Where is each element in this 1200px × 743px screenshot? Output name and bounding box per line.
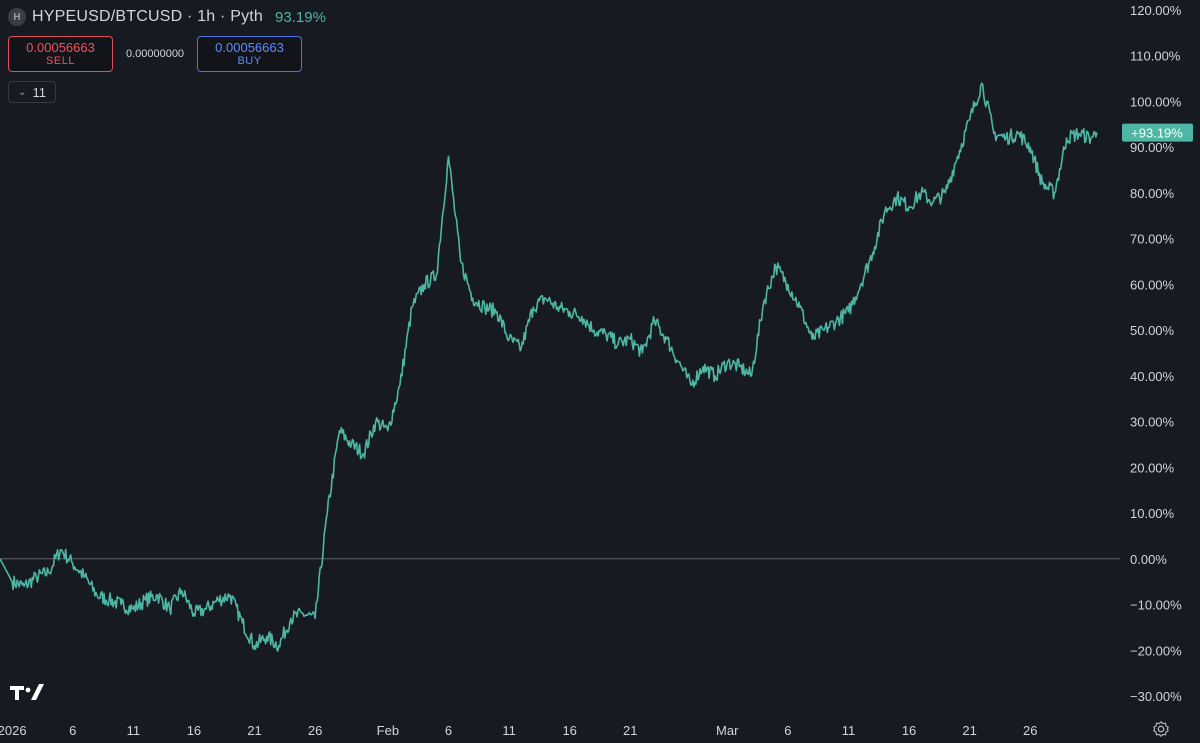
- price-series-line: [0, 82, 1098, 652]
- buy-button[interactable]: 0.00056663 BUY: [197, 36, 302, 72]
- x-tick-label: 6: [784, 723, 791, 738]
- x-tick-label: 21: [623, 723, 637, 738]
- y-tick-label: 60.00%: [1130, 277, 1175, 292]
- y-tick-label: 110.00%: [1130, 49, 1181, 64]
- tradingview-logo-icon[interactable]: [10, 682, 46, 702]
- spread-value: 0.00000000: [125, 48, 185, 60]
- sell-button[interactable]: 0.00056663 SELL: [8, 36, 113, 72]
- symbol-logo-icon: H: [8, 8, 26, 26]
- x-tick-label: 26: [308, 723, 322, 738]
- change-percent: 93.19%: [275, 8, 326, 26]
- sell-label: SELL: [46, 55, 75, 67]
- y-tick-label: 70.00%: [1130, 232, 1175, 247]
- y-tick-label: 30.00%: [1130, 415, 1175, 430]
- x-tick-label: Feb: [377, 723, 399, 738]
- x-tick-label: 2026: [0, 723, 27, 738]
- indicators-toggle-button[interactable]: ⌄ 11: [8, 81, 56, 103]
- trade-panel: 0.00056663 SELL 0.00000000 0.00056663 BU…: [8, 36, 302, 72]
- x-tick-label: 16: [902, 723, 916, 738]
- x-tick-label: 11: [502, 723, 516, 738]
- chevron-down-icon: ⌄: [18, 86, 27, 98]
- buy-price: 0.00056663: [215, 40, 284, 55]
- y-tick-label: 20.00%: [1130, 460, 1175, 475]
- y-tick-label: −20.00%: [1130, 643, 1182, 658]
- x-tick-label: 26: [1023, 723, 1037, 738]
- y-tick-label: 40.00%: [1130, 369, 1175, 384]
- y-tick-label: 100.00%: [1130, 94, 1182, 109]
- x-tick-label: 6: [69, 723, 76, 738]
- y-tick-label: −30.00%: [1130, 689, 1182, 704]
- y-tick-label: 120.00%: [1130, 3, 1182, 18]
- buy-label: BUY: [237, 55, 262, 67]
- y-tick-label: −10.00%: [1130, 598, 1182, 613]
- settings-gear-icon[interactable]: [1152, 720, 1170, 738]
- x-tick-label: 21: [962, 723, 976, 738]
- x-tick-label: 16: [187, 723, 201, 738]
- y-tick-label: 90.00%: [1130, 140, 1175, 155]
- x-tick-label: 11: [127, 723, 141, 738]
- y-tick-label: 50.00%: [1130, 323, 1175, 338]
- y-tick-label: 10.00%: [1130, 506, 1175, 521]
- x-tick-label: 16: [562, 723, 576, 738]
- symbol-header: H HYPEUSD/BTCUSD · 1h · Pyth 93.19%: [8, 8, 326, 26]
- indicators-count: 11: [32, 84, 46, 100]
- y-tick-label: 0.00%: [1130, 552, 1167, 567]
- x-tick-label: 11: [842, 723, 856, 738]
- symbol-title[interactable]: HYPEUSD/BTCUSD · 1h · Pyth: [32, 8, 263, 26]
- x-tick-label: Mar: [716, 723, 739, 738]
- last-value-label: +93.19%: [1131, 126, 1183, 141]
- y-tick-label: 80.00%: [1130, 186, 1175, 201]
- x-tick-label: 6: [445, 723, 452, 738]
- chart-canvas[interactable]: 120.00%110.00%100.00%90.00%80.00%70.00%6…: [0, 0, 1200, 743]
- sell-price: 0.00056663: [26, 40, 95, 55]
- x-tick-label: 21: [247, 723, 261, 738]
